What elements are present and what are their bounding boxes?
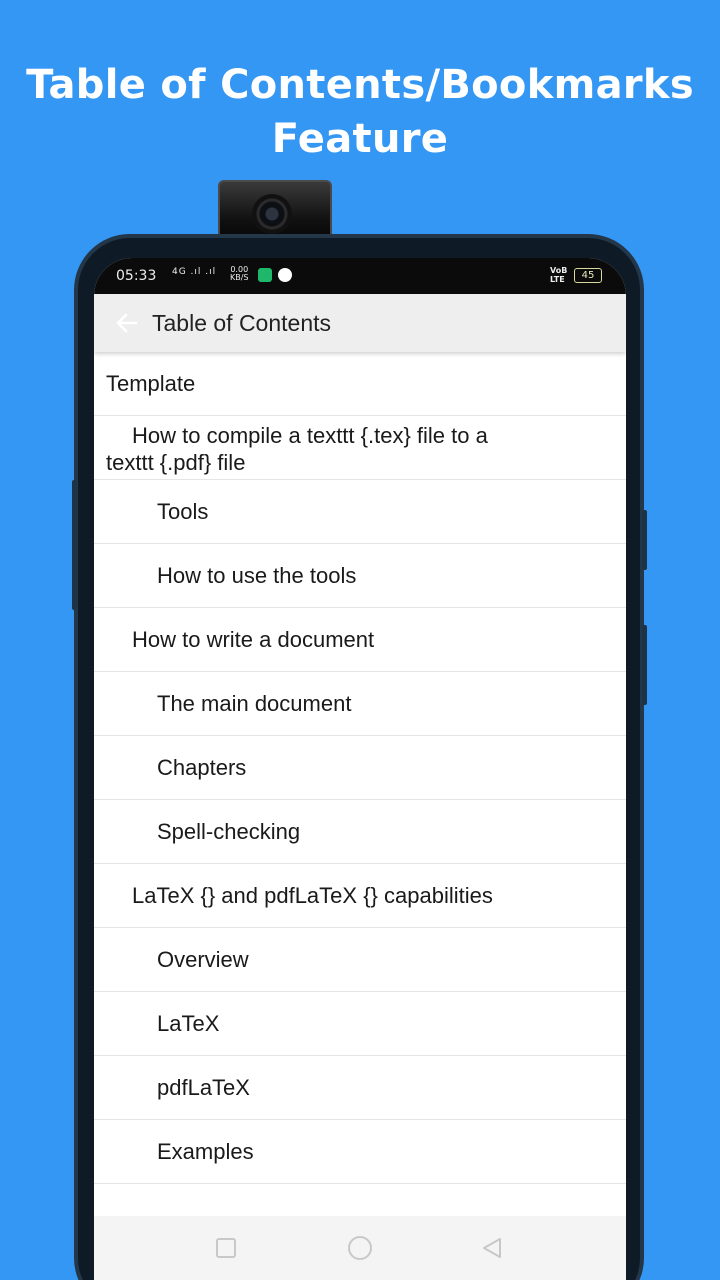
toc-item-label: How to write a document [132, 627, 375, 652]
toc-item[interactable]: LaTeX {} and pdfLaTeX {} capabilities [94, 864, 626, 928]
circle-icon[interactable] [346, 1236, 374, 1264]
toc-item-label: LaTeX [157, 1011, 220, 1036]
volte-bottom: LTE [550, 275, 565, 284]
toc-item-label: Overview [157, 947, 249, 972]
headline-line-1: Table of Contents/Bookmarks [26, 62, 694, 108]
toc-item-label: Template [106, 371, 196, 396]
battery-icon: 45 [574, 268, 602, 283]
signal-icon: 4G .ıl .ıl [172, 267, 217, 277]
phone-screen: 05:33 4G .ıl .ıl 0.00 KB/S VoB LTE 45 Ta… [94, 258, 626, 1280]
phone-side-button [642, 510, 647, 570]
status-time: 05:33 [116, 268, 157, 284]
app-bar: Table of Contents [94, 294, 626, 352]
toc-item[interactable]: Tools [94, 480, 626, 544]
toc-item-label: How to compile a texttt {.tex} file to a [132, 423, 488, 448]
toc-item[interactable]: How to use the tools [94, 544, 626, 608]
phone-side-button [642, 625, 647, 705]
net-speed-unit: KB/S [230, 273, 249, 282]
play-icon [278, 268, 292, 282]
triangle-back-icon[interactable] [480, 1236, 504, 1260]
camera-lens-icon [252, 194, 292, 234]
system-nav-bar [94, 1216, 626, 1280]
toc-item-label: The main document [157, 691, 352, 716]
promo-headline: Table of Contents/Bookmarks Feature [0, 58, 720, 166]
toc-item-label-continued: texttt {.pdf} file [106, 450, 246, 475]
toc-item[interactable]: Examples [94, 1120, 626, 1184]
toc-item[interactable]: pdfLaTeX [94, 1056, 626, 1120]
toc-item[interactable]: Spell-checking [94, 800, 626, 864]
square-icon[interactable] [214, 1236, 238, 1260]
promo-screen: Table of Contents/Bookmarks Feature 05:3… [0, 0, 720, 1280]
toc-item[interactable]: Overview [94, 928, 626, 992]
arrow-left-icon[interactable] [114, 310, 140, 336]
toc-item-label: Examples [157, 1139, 254, 1164]
toc-item-label: LaTeX {} and pdfLaTeX {} capabilities [132, 883, 493, 908]
toc-item[interactable]: The main document [94, 672, 626, 736]
toc-item[interactable]: How to write a document [94, 608, 626, 672]
toc-item-label: Spell-checking [157, 819, 301, 844]
status-bar: 05:33 4G .ıl .ıl 0.00 KB/S VoB LTE 45 [94, 258, 626, 294]
toc-item[interactable]: LaTeX [94, 992, 626, 1056]
net-speed: 0.00 KB/S [230, 266, 249, 282]
volte-indicator: VoB LTE [550, 266, 567, 284]
toc-item[interactable]: Chapters [94, 736, 626, 800]
toc-item-label: pdfLaTeX [157, 1075, 250, 1100]
volte-top: VoB [550, 266, 568, 275]
toc-list: Template How to compile a texttt {.tex} … [94, 352, 626, 1184]
notification-app-icon [258, 268, 272, 282]
toc-item[interactable]: Template [94, 352, 626, 416]
toc-item-label: Chapters [157, 755, 247, 780]
headline-line-2: Feature [271, 116, 449, 162]
page-title: Table of Contents [152, 310, 332, 336]
toc-item[interactable]: How to compile a texttt {.tex} file to a… [94, 416, 626, 480]
phone-side-button [72, 480, 77, 610]
toc-item-label: How to use the tools [157, 563, 357, 588]
toc-item-label: Tools [157, 499, 209, 524]
